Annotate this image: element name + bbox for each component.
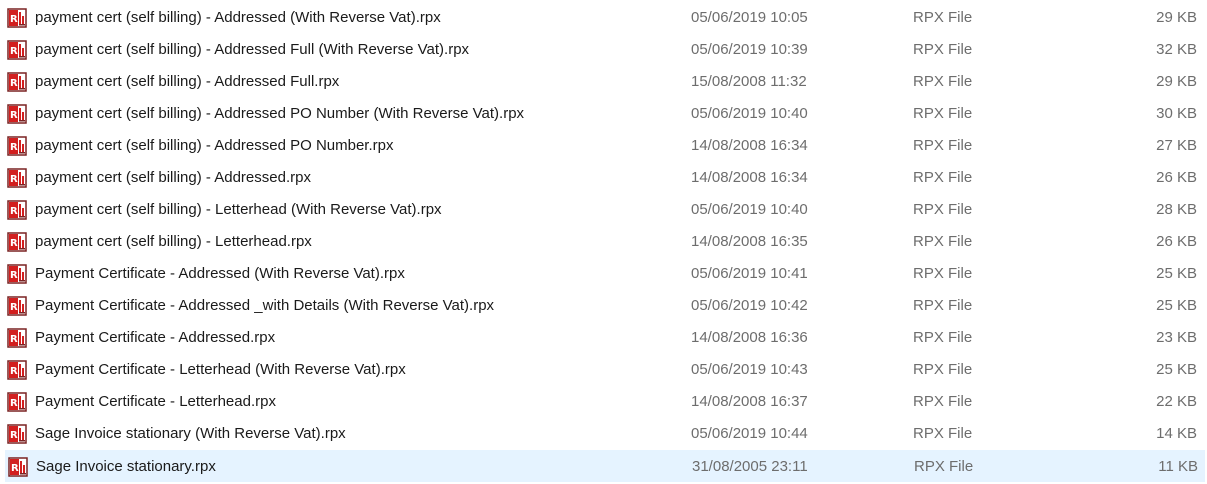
file-date-modified: 31/08/2005 23:11 xyxy=(692,458,808,475)
file-date-modified: 14/08/2008 16:37 xyxy=(691,393,808,410)
file-size: 28 KB xyxy=(1156,201,1197,218)
file-row[interactable]: R Payment Certificate - Letterhead (With… xyxy=(5,354,1205,386)
svg-text:R: R xyxy=(10,174,18,185)
file-name: Payment Certificate - Addressed.rpx xyxy=(35,329,276,346)
rpx-file-icon: R xyxy=(7,136,27,156)
file-list: R payment cert (self billing) - Addresse… xyxy=(0,0,1207,484)
rpx-file-icon: R xyxy=(7,72,27,92)
file-size: 26 KB xyxy=(1156,233,1197,250)
svg-text:R: R xyxy=(10,110,18,121)
svg-text:R: R xyxy=(10,46,18,57)
file-row[interactable]: R Sage Invoice stationary (With Reverse … xyxy=(5,418,1205,450)
file-size: 27 KB xyxy=(1156,137,1197,154)
file-row[interactable]: R Payment Certificate - Addressed (With … xyxy=(5,258,1205,290)
rpx-file-icon: R xyxy=(7,8,27,28)
file-date-modified: 05/06/2019 10:39 xyxy=(691,41,808,58)
file-row[interactable]: R payment cert (self billing) - Addresse… xyxy=(5,130,1205,162)
file-name: payment cert (self billing) - Addressed.… xyxy=(35,169,311,186)
svg-text:R: R xyxy=(11,463,19,474)
rpx-file-icon: R xyxy=(7,264,27,284)
file-row[interactable]: R payment cert (self billing) - Addresse… xyxy=(5,34,1205,66)
rpx-file-icon: R xyxy=(7,168,27,188)
file-size: 11 KB xyxy=(1158,458,1198,475)
file-size: 26 KB xyxy=(1156,169,1197,186)
file-size: 29 KB xyxy=(1156,73,1197,90)
svg-text:R: R xyxy=(10,302,18,313)
file-name: payment cert (self billing) - Addressed … xyxy=(35,137,394,154)
svg-text:R: R xyxy=(10,398,18,409)
file-row[interactable]: R Payment Certificate - Letterhead.rpx 1… xyxy=(5,386,1205,418)
file-date-modified: 05/06/2019 10:05 xyxy=(691,9,808,26)
file-row[interactable]: R payment cert (self billing) - Addresse… xyxy=(5,162,1205,194)
file-date-modified: 14/08/2008 16:36 xyxy=(691,329,808,346)
file-date-modified: 14/08/2008 16:35 xyxy=(691,233,808,250)
rpx-file-icon: R xyxy=(7,200,27,220)
file-row[interactable]: R Payment Certificate - Addressed _with … xyxy=(5,290,1205,322)
svg-text:R: R xyxy=(10,78,18,89)
svg-text:R: R xyxy=(10,238,18,249)
file-date-modified: 05/06/2019 10:44 xyxy=(691,425,808,442)
rpx-file-icon: R xyxy=(8,457,28,477)
file-name: payment cert (self billing) - Addressed … xyxy=(35,9,441,26)
file-row[interactable]: R payment cert (self billing) - Addresse… xyxy=(5,66,1205,98)
file-size: 32 KB xyxy=(1156,41,1197,58)
rpx-file-icon: R xyxy=(7,104,27,124)
rpx-file-icon: R xyxy=(7,360,27,380)
svg-text:R: R xyxy=(10,206,18,217)
file-size: 25 KB xyxy=(1156,297,1197,314)
file-name: payment cert (self billing) - Addressed … xyxy=(35,41,470,58)
file-size: 29 KB xyxy=(1156,9,1197,26)
file-name: payment cert (self billing) - Addressed … xyxy=(35,105,525,122)
svg-text:R: R xyxy=(10,142,18,153)
file-size: 23 KB xyxy=(1156,329,1197,346)
rpx-file-icon: R xyxy=(7,328,27,348)
file-row[interactable]: R Payment Certificate - Addressed.rpx 14… xyxy=(5,322,1205,354)
svg-text:R: R xyxy=(10,14,18,25)
file-row[interactable]: R Sage Invoice stationary.rpx 31/08/2005… xyxy=(5,450,1205,482)
rpx-file-icon: R xyxy=(7,232,27,252)
file-name: Sage Invoice stationary (With Reverse Va… xyxy=(35,425,346,442)
svg-text:R: R xyxy=(10,430,18,441)
file-date-modified: 05/06/2019 10:42 xyxy=(691,297,808,314)
file-size: 25 KB xyxy=(1156,265,1197,282)
file-date-modified: 15/08/2008 11:32 xyxy=(691,73,807,90)
file-size: 14 KB xyxy=(1156,425,1197,442)
file-date-modified: 05/06/2019 10:40 xyxy=(691,201,808,218)
file-name: payment cert (self billing) - Addressed … xyxy=(35,73,340,90)
svg-text:R: R xyxy=(10,366,18,377)
file-size: 25 KB xyxy=(1156,361,1197,378)
rpx-file-icon: R xyxy=(7,40,27,60)
rpx-file-icon: R xyxy=(7,296,27,316)
file-name: Payment Certificate - Letterhead.rpx xyxy=(35,393,276,410)
file-name: payment cert (self billing) - Letterhead… xyxy=(35,233,312,250)
file-row[interactable]: R payment cert (self billing) - Letterhe… xyxy=(5,194,1205,226)
file-name: Sage Invoice stationary.rpx xyxy=(36,458,216,475)
svg-text:R: R xyxy=(10,270,18,281)
file-date-modified: 05/06/2019 10:41 xyxy=(691,265,808,282)
file-name: Payment Certificate - Addressed _with De… xyxy=(35,297,495,314)
file-size: 22 KB xyxy=(1156,393,1197,410)
file-name: payment cert (self billing) - Letterhead… xyxy=(35,201,442,218)
file-row[interactable]: R payment cert (self billing) - Addresse… xyxy=(5,2,1205,34)
file-name: Payment Certificate - Addressed (With Re… xyxy=(35,265,405,282)
file-size: 30 KB xyxy=(1156,105,1197,122)
rpx-file-icon: R xyxy=(7,392,27,412)
file-row[interactable]: R payment cert (self billing) - Addresse… xyxy=(5,98,1205,130)
file-date-modified: 14/08/2008 16:34 xyxy=(691,137,808,154)
rpx-file-icon: R xyxy=(7,424,27,444)
file-name: Payment Certificate - Letterhead (With R… xyxy=(35,361,406,378)
file-date-modified: 05/06/2019 10:43 xyxy=(691,361,808,378)
file-date-modified: 14/08/2008 16:34 xyxy=(691,169,808,186)
file-date-modified: 05/06/2019 10:40 xyxy=(691,105,808,122)
svg-text:R: R xyxy=(10,334,18,345)
file-row[interactable]: R payment cert (self billing) - Letterhe… xyxy=(5,226,1205,258)
